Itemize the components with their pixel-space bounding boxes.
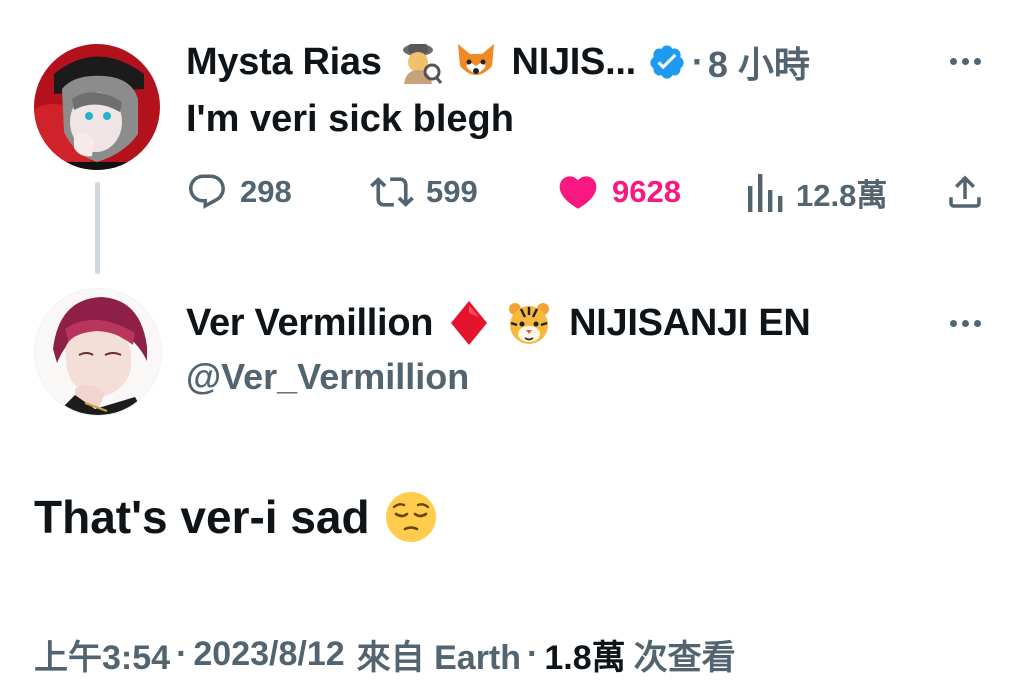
red-diamond-emoji-icon (449, 299, 489, 347)
tiger-emoji-icon (507, 301, 551, 345)
reply-count: 298 (240, 174, 292, 209)
verified-badge-icon (648, 43, 686, 81)
parent-tweet-header: Mysta Rias NIJIS... · 8 小時 (186, 38, 810, 86)
parent-separator: · (691, 41, 704, 82)
footer-views-label: 次查看 (633, 639, 736, 677)
parent-time-ago[interactable]: 8 小時 (708, 36, 810, 88)
footer-time[interactable]: 上午3:54 (34, 630, 170, 679)
reply-handle[interactable]: @Ver_Vermillion (186, 356, 469, 398)
parent-tweet-text: I'm veri sick blegh (186, 98, 514, 140)
avatar-ver[interactable] (34, 288, 162, 416)
footer-separator-2: · (527, 635, 539, 673)
like-count: 9628 (612, 174, 681, 209)
reply-icon (189, 174, 225, 209)
reply-name-suffix[interactable]: NIJISANJI EN (569, 302, 811, 345)
footer-source: 來自 Earth (356, 639, 522, 677)
view-count: 12.8萬 (796, 177, 888, 213)
analytics-bars-icon (748, 174, 783, 212)
fox-emoji-icon (454, 40, 498, 84)
like-action[interactable]: 9628 (556, 170, 681, 214)
thread-connector-line (95, 182, 100, 274)
pensive-face-emoji-icon (384, 490, 438, 544)
views-action[interactable]: 12.8萬 (744, 170, 887, 214)
parent-more-button[interactable] (950, 58, 981, 65)
reply-action[interactable]: 298 (186, 170, 292, 214)
share-icon (949, 175, 981, 208)
parent-display-name[interactable]: Mysta Rias (186, 41, 382, 84)
share-action[interactable] (944, 170, 986, 214)
retweet-count: 599 (426, 174, 478, 209)
reply-tweet-text-row: That's ver-i sad (34, 490, 438, 544)
reply-tweet-text: That's ver-i sad (34, 491, 370, 543)
retweet-icon (370, 177, 414, 207)
footer-separator-1: · (176, 635, 188, 673)
reply-tweet-header: Ver Vermillion NIJISANJI EN (186, 298, 811, 348)
tweet-footer-meta: 上午3:54 · 2023/8/12 來自 Earth · 1.8萬 次查看 (34, 630, 736, 679)
reply-more-button[interactable] (950, 320, 981, 327)
detective-emoji-icon (398, 40, 442, 84)
avatar-mysta[interactable] (34, 44, 160, 170)
footer-date[interactable]: 2023/8/12 (193, 635, 344, 674)
parent-name-suffix[interactable]: NIJIS... (512, 41, 637, 84)
footer-views-count[interactable]: 1.8萬 (544, 630, 625, 679)
heart-filled-icon (559, 176, 597, 209)
reply-display-name[interactable]: Ver Vermillion (186, 302, 433, 345)
retweet-action[interactable]: 599 (370, 170, 478, 214)
